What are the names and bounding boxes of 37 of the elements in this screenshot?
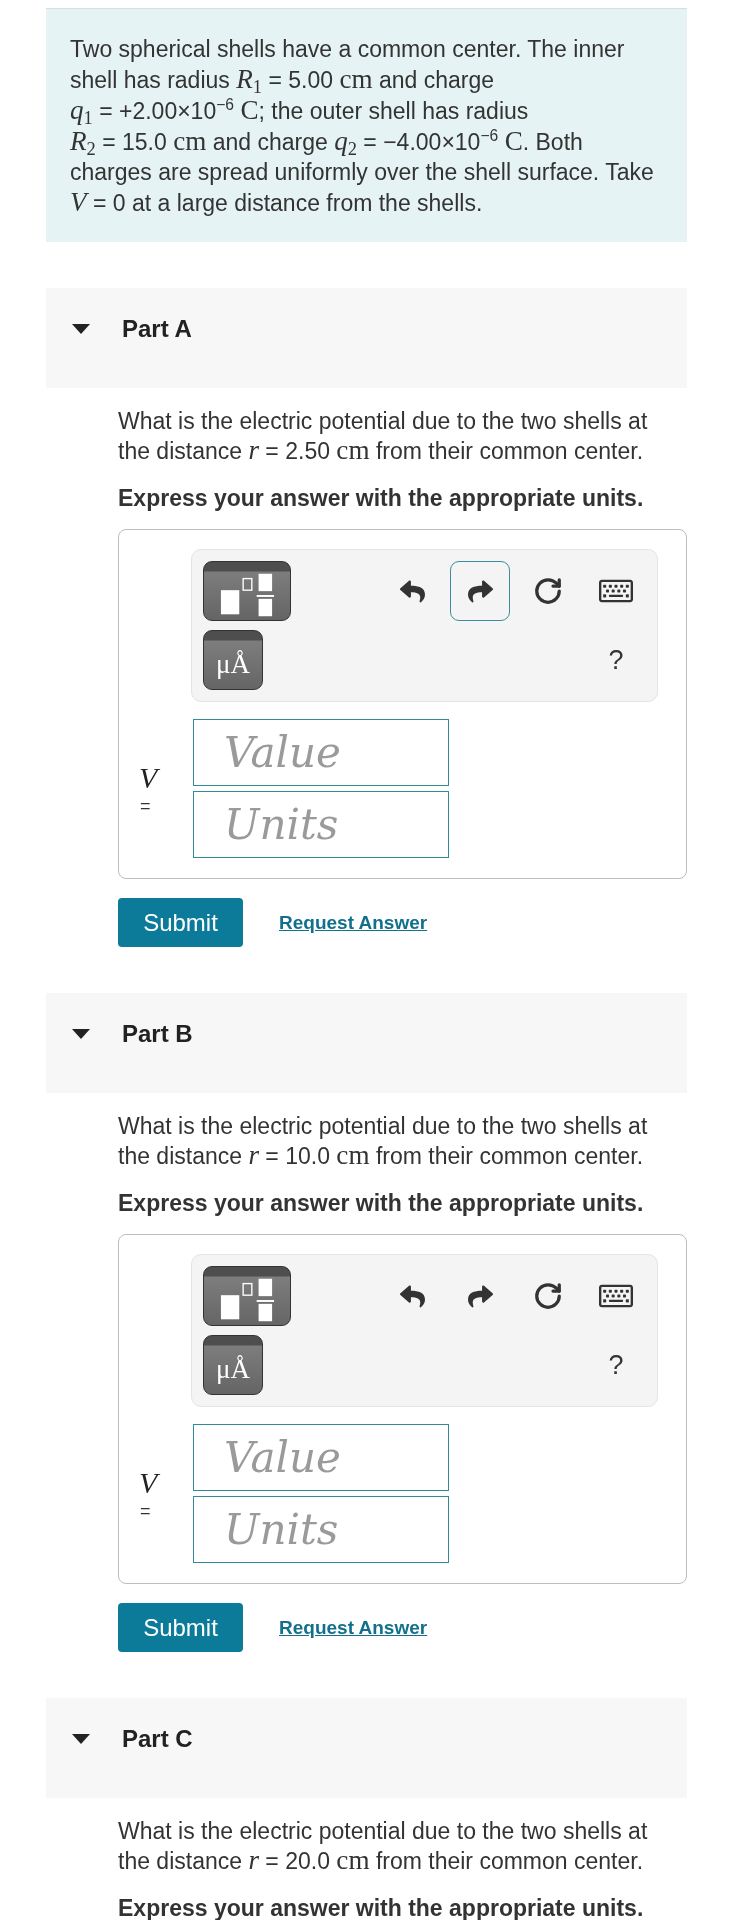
part-header[interactable]: Part C — [46, 1698, 687, 1798]
question-text: What is the electric potential due to the two shells at the distance r = 10.0 cm from their common center. — [118, 1112, 649, 1171]
redo-icon — [467, 578, 493, 604]
equals-sign: = — [140, 1501, 151, 1520]
instruction-text: Express your answer with the appropriate units. — [118, 1894, 645, 1920]
units-input[interactable]: Units — [193, 1496, 449, 1563]
fraction-template-icon — [219, 572, 275, 618]
template-button[interactable] — [203, 561, 291, 621]
variable-label: V — [139, 762, 158, 793]
refresh-icon — [533, 576, 563, 606]
question-text: What is the electric potential due to the two shells at the distance r = 20.0 cm from their common center. — [118, 1817, 649, 1876]
equals-sign: = — [140, 796, 151, 815]
value-input[interactable]: Value — [193, 1424, 449, 1491]
part-header[interactable]: Part A — [46, 288, 687, 388]
part-header[interactable]: Part B — [46, 993, 687, 1093]
question-text: What is the electric potential due to the two shells at the distance r = 2.50 cm from their common center. — [118, 407, 649, 466]
help-button[interactable]: ? — [586, 630, 646, 690]
undo-icon — [399, 1283, 425, 1309]
template-button[interactable] — [203, 1266, 291, 1326]
instruction-text: Express your answer with the appropriate units. — [118, 1189, 645, 1218]
problem-statement: Two spherical shells have a common center. The inner shell has radius R$_{1}$ = 5.00 cm and charge q$_{1}$ = +2.00×10$^{−6}$ C; the outer shell has radius R$_{2}$ = 15.0 cm and charge q$_{2}$ = −4.00×10$^{−6}$ C. Both charges are spread uniformly over the shell surface. Take V = 0 at a large distance from the shells. — [46, 8, 687, 242]
redo-button[interactable] — [450, 561, 510, 621]
undo-icon — [399, 578, 425, 604]
units-button[interactable]: μÅ — [203, 1335, 263, 1395]
redo-icon — [467, 1283, 493, 1309]
value-input[interactable]: Value — [193, 719, 449, 786]
refresh-icon — [533, 1281, 563, 1311]
fraction-template-icon — [219, 1277, 275, 1323]
units-button[interactable]: μÅ — [203, 630, 263, 690]
instruction-text: Express your answer with the appropriate units. — [118, 484, 645, 513]
units-input[interactable]: Units — [193, 791, 449, 858]
help-button[interactable]: ? — [586, 1335, 646, 1395]
variable-label: V — [139, 1467, 158, 1498]
submit-button[interactable]: Submit — [118, 898, 243, 947]
submit-button[interactable]: Submit — [118, 1603, 243, 1652]
request-answer-link[interactable]: Request Answer — [279, 911, 428, 934]
request-answer-link[interactable]: Request Answer — [279, 1616, 428, 1639]
